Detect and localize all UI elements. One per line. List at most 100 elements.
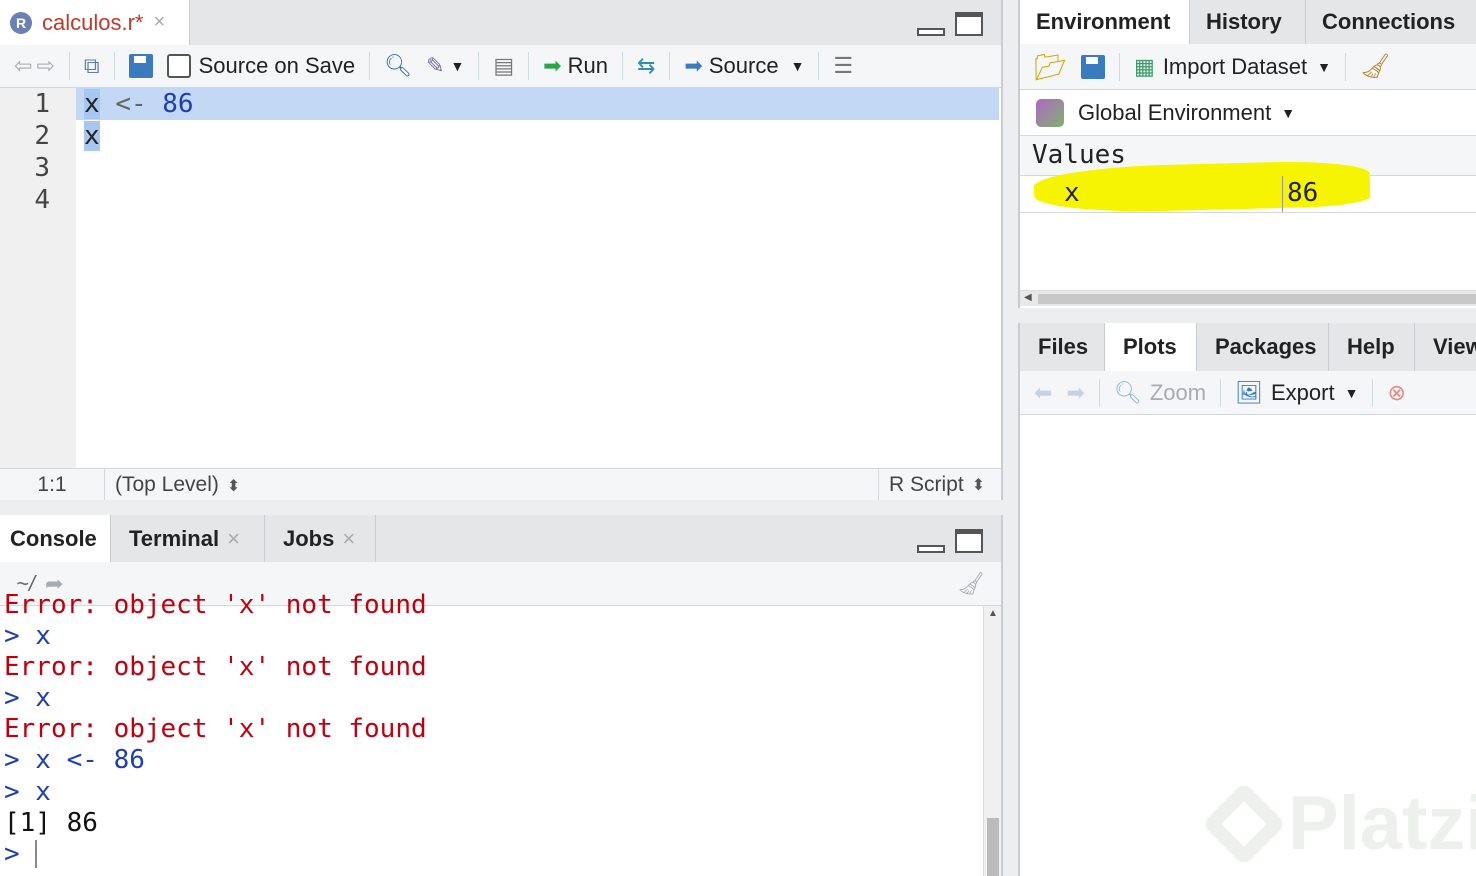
scroll-up-icon[interactable]: ▲ [988,608,998,619]
tab-label: Console [10,525,97,551]
run-button[interactable]: ➡ Run [543,53,608,79]
tab-console[interactable]: Console [0,515,111,562]
console-line: > x [4,776,51,807]
rerun-icon[interactable]: ⇆ [637,55,655,77]
plots-toolbar: ⬅ ➡ 🔍︎ Zoom 🖼︎ Export ▼ ⊗ [1020,371,1476,415]
environment-pane: Environment History Connections 📂︎ ▦ Imp… [1018,0,1476,308]
tab-packages[interactable]: Packages [1197,323,1329,371]
toolbar-separator [621,52,623,80]
maximize-pane-icon[interactable] [955,529,983,553]
pane-splitter[interactable] [0,500,1003,515]
source-button[interactable]: ➡ Source ▼ [684,53,804,79]
editor-tabbar: R calculos.r* × [0,0,1001,45]
console-scrollbar[interactable]: ▲ [983,606,1001,876]
tab-history[interactable]: History [1190,0,1306,44]
console-input-line[interactable]: > [4,839,981,870]
environment-toolbar: 📂︎ ▦ Import Dataset ▼ 🧹︎ [1020,44,1476,90]
code-tools-wand-icon[interactable]: ✎ [426,55,444,77]
remove-plot-icon[interactable]: ⊗ [1387,381,1405,404]
tab-connections[interactable]: Connections [1306,0,1476,44]
scope-selector[interactable]: (Top Level) ⬍ [105,473,878,497]
console-output[interactable]: Error: object 'x' not found > x Error: o… [4,590,981,876]
editor-tab-calculos[interactable]: R calculos.r* × [0,0,190,45]
forward-arrow-icon[interactable]: ⇨ [36,55,54,77]
tab-files[interactable]: Files [1020,323,1105,371]
tab-jobs[interactable]: Jobs × [265,515,376,562]
chevron-down-icon[interactable]: ▼ [451,59,465,73]
updown-icon: ⬍ [971,476,986,494]
clear-broom-icon[interactable]: 🧹︎ [1360,54,1390,79]
tab-terminal[interactable]: Terminal × [111,515,265,562]
editor-statusbar: 1:1 (Top Level) ⬍ R Script ⬍ [0,468,1001,500]
tab-label: Plots [1123,334,1177,359]
code-line[interactable] [76,184,999,216]
export-button[interactable]: 🖼︎ Export ▼ [1235,380,1358,406]
code-line[interactable]: x <- 86 [76,88,999,120]
filetype-selector[interactable]: R Script ⬍ [878,469,1001,500]
rstudio-window: R calculos.r* × ⇦ ⇨ ⧉ Source on Save 🔍︎ … [0,0,1476,876]
source-on-save-checkbox[interactable] [166,54,191,78]
toolbar-separator [528,52,530,80]
maximize-pane-icon[interactable] [955,12,983,36]
export-label: Export [1271,379,1335,405]
forward-arrow-icon[interactable]: ➡ [1066,381,1084,404]
run-arrow-icon: ➡ [543,53,562,78]
close-tab-icon[interactable]: × [227,526,240,552]
platzi-watermark: Platzi [1201,780,1476,867]
back-arrow-icon[interactable]: ⇦ [14,55,32,77]
search-icon[interactable]: 🔍︎ [384,55,412,77]
show-in-new-window-icon[interactable]: ⧉ [84,55,100,77]
close-tab-icon[interactable]: × [342,526,355,552]
cursor-position: 1:1 [0,469,105,500]
code-operator: <- [115,89,147,119]
tab-label: Packages [1215,334,1317,359]
pane-splitter[interactable] [1018,308,1476,323]
platzi-logo-icon [1201,781,1287,866]
minimize-pane-icon[interactable] [917,28,945,36]
save-icon [128,54,153,78]
pane-splitter[interactable] [1003,0,1018,876]
source-on-save-toggle[interactable]: Source on Save [166,53,355,79]
console-window-controls [917,529,983,553]
open-folder-icon[interactable]: 📂︎ [1034,54,1067,80]
save-workspace-button[interactable] [1081,54,1106,79]
zoom-button[interactable]: 🔍︎ Zoom [1114,380,1206,406]
minimize-pane-icon[interactable] [917,545,945,553]
environment-hscrollbar[interactable]: ◀ [1020,290,1476,306]
global-environment-selector[interactable]: Global Environment ▼ [1020,90,1476,136]
environment-icon [1036,98,1064,127]
zoom-icon: 🔍︎ [1113,379,1142,405]
code-area[interactable]: x <- 86 x [76,88,999,468]
chevron-down-icon: ▼ [790,58,805,74]
env-variable-row[interactable]: x 86 [1020,159,1476,215]
import-dataset-button[interactable]: ▦ Import Dataset ▼ [1134,54,1331,80]
line-number: 1 [34,89,50,119]
files-tabbar: Files Plots Packages Help Viewer [1020,323,1476,371]
code-line[interactable] [76,152,999,184]
code-variable: x [84,89,100,119]
compile-report-icon[interactable]: ▤ [493,55,514,77]
scrollbar-thumb[interactable] [1038,294,1476,304]
code-line[interactable]: x [76,120,999,152]
tab-environment[interactable]: Environment [1020,0,1190,44]
line-number-gutter: 1 2 3 4 [0,88,76,468]
console-line: > x [4,621,51,652]
close-tab-icon[interactable]: × [153,11,165,34]
editor-window-controls [917,12,983,36]
import-dataset-label: Import Dataset [1162,53,1308,79]
global-env-label: Global Environment [1078,99,1272,125]
tab-viewer[interactable]: Viewer [1415,323,1476,371]
scroll-left-icon[interactable]: ◀ [1024,292,1032,303]
editor-toolbar: ⇦ ⇨ ⧉ Source on Save 🔍︎ ✎ ▼ ▤ ➡ Run ⇆ ➡ … [0,45,1001,88]
scrollbar-thumb[interactable] [987,818,999,876]
export-image-icon: 🖼︎ [1235,379,1263,405]
save-button[interactable] [128,54,153,78]
back-arrow-icon[interactable]: ⬅ [1034,381,1052,404]
tab-help[interactable]: Help [1329,323,1415,371]
tab-plots[interactable]: Plots [1105,323,1197,371]
table-import-icon: ▦ [1134,53,1155,79]
console-line: Error: object 'x' not found [4,652,427,683]
document-outline-icon[interactable]: ☰ [833,55,853,77]
r-file-icon: R [10,11,32,34]
source-icon: ➡ [684,53,703,78]
